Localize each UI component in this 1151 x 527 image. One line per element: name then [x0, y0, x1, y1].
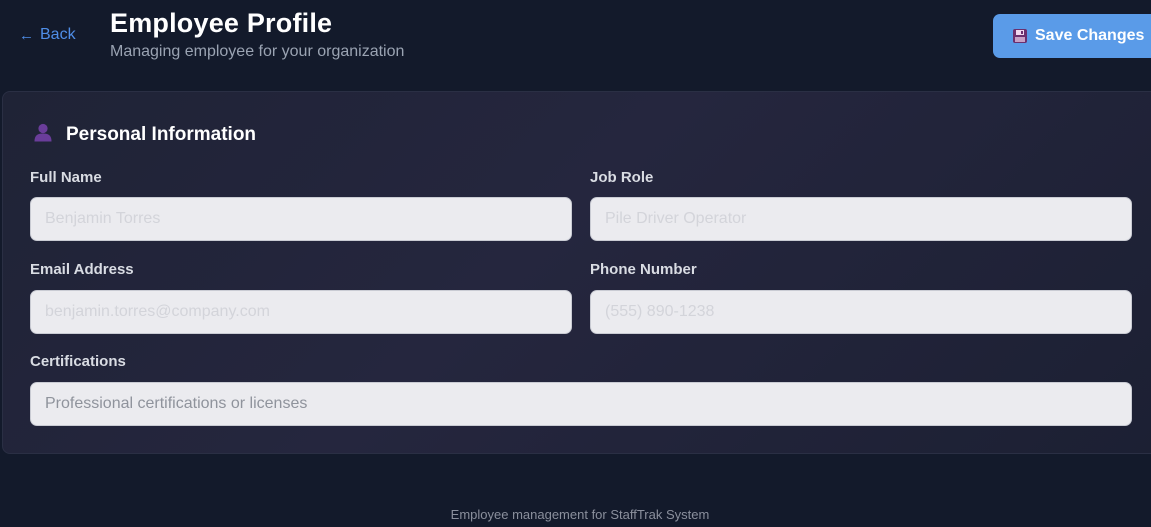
section-header: Personal Information: [33, 122, 256, 147]
certifications-input[interactable]: [30, 382, 1132, 426]
footer-text: Employee management for StaffTrak System: [450, 507, 710, 522]
certifications-label: Certifications: [30, 353, 126, 370]
back-link[interactable]: ← Back: [19, 26, 76, 44]
person-icon: [33, 122, 53, 147]
personal-information-card: Personal Information Full Name Job Role …: [2, 91, 1151, 454]
arrow-left-icon: ←: [19, 26, 34, 44]
page-subtitle: Managing employee for your organization: [110, 43, 405, 60]
title-block: Employee Profile Managing employee for y…: [110, 8, 404, 61]
page: ← Back Employee Profile Managing employe…: [0, 0, 1151, 527]
phone-number-label: Phone Number: [590, 261, 697, 278]
save-changes-label: Save Changes: [1035, 27, 1145, 44]
email-address-label: Email Address: [30, 261, 134, 278]
floppy-disk-icon: [1012, 28, 1028, 44]
phone-number-input[interactable]: [590, 290, 1132, 334]
email-address-input[interactable]: [30, 290, 572, 334]
save-changes-button[interactable]: Save Changes: [993, 14, 1151, 58]
job-role-input[interactable]: [590, 197, 1132, 241]
section-title: Personal Information: [66, 123, 257, 145]
job-role-label: Job Role: [590, 169, 654, 186]
full-name-label: Full Name: [30, 169, 102, 186]
full-name-input[interactable]: [30, 197, 572, 241]
back-label: Back: [40, 26, 76, 43]
page-title: Employee Profile: [110, 8, 333, 38]
